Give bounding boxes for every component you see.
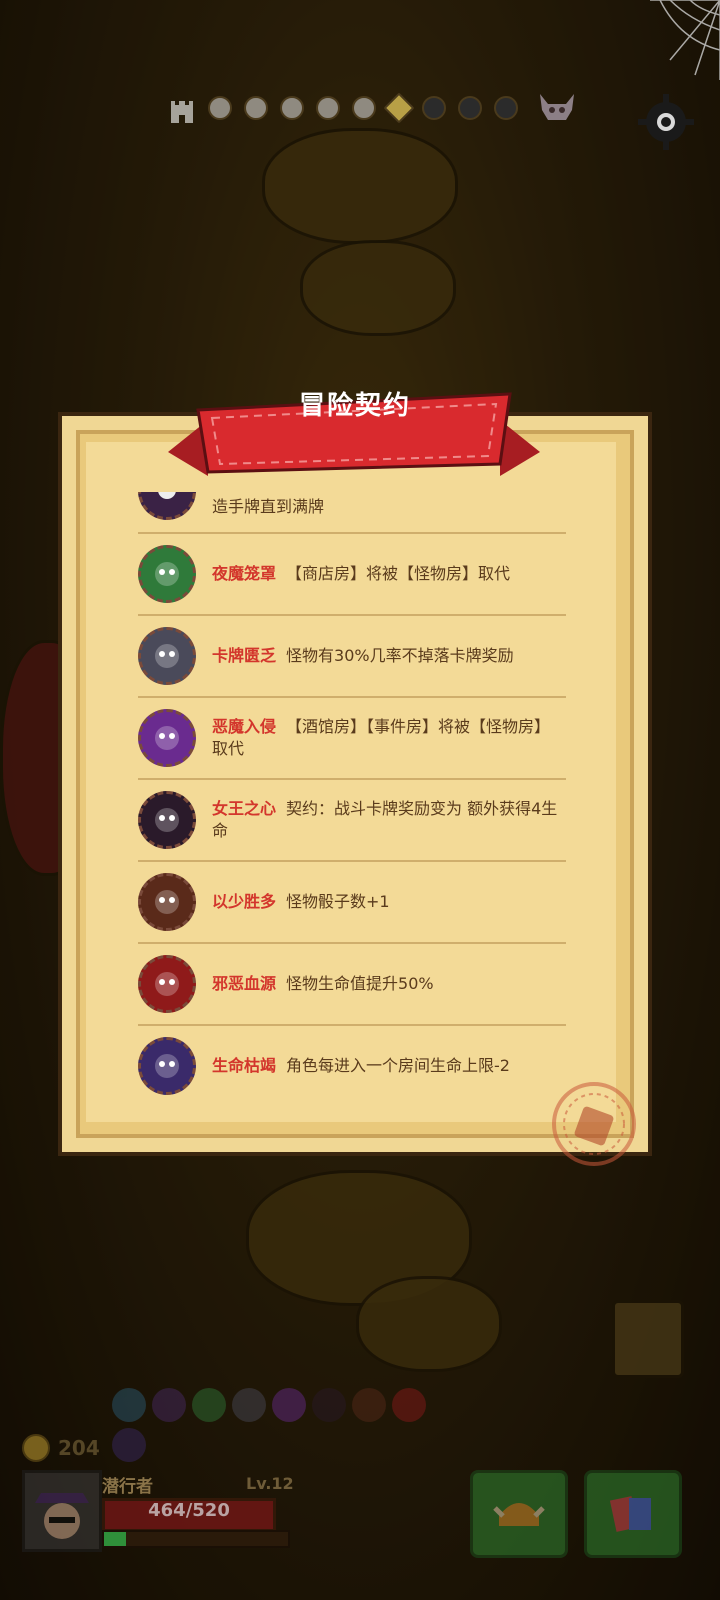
hp-text: 464/520: [148, 1500, 230, 1521]
candle-icon: [138, 1037, 196, 1095]
contract-name: 夜魔笼罩: [212, 564, 277, 583]
blood-chalice-icon: [138, 955, 196, 1013]
contract-name: 生命枯竭: [212, 1056, 277, 1075]
deck-button[interactable]: [584, 1470, 682, 1558]
contract-name: 以少胜多: [212, 892, 277, 911]
stamp-seal-icon: [552, 1082, 636, 1166]
contract-row: 以少胜多 怪物骰子数+1: [138, 862, 566, 944]
helmet-button[interactable]: [470, 1470, 568, 1558]
progress-step: [494, 96, 518, 120]
contract-text: 恶魔入侵 【酒馆房】【事件房】将被【怪物房】取代: [212, 716, 566, 760]
green-demon-icon: [138, 545, 196, 603]
contract-name: 恶魔入侵: [212, 717, 277, 736]
relic-bar: [112, 1388, 452, 1478]
contract-text: 女王之心 契约：战斗卡牌奖励变为 额外获得4生命: [212, 798, 566, 842]
contract-name: 邪恶血源: [212, 974, 277, 993]
progress-step: [208, 96, 232, 120]
contract-row: 生命枯竭 角色每进入一个房间生命上限-2: [138, 1026, 566, 1098]
progress-step: [244, 96, 268, 120]
contract-list[interactable]: 造手牌直到满牌 夜魔笼罩 【商店房】将被【怪物房】取代 卡牌匮乏 怪物有30%几率不掉…: [138, 492, 566, 1098]
contract-desc: 怪物骰子数+1: [286, 892, 390, 911]
viking-helmet-icon: [493, 1503, 545, 1526]
progress-step: [458, 96, 482, 120]
contract-desc: 造手牌直到满牌: [212, 497, 325, 516]
contract-text: 夜魔笼罩 【商店房】将被【怪物房】取代: [212, 563, 510, 585]
contract-text: 以少胜多 怪物骰子数+1: [212, 891, 390, 913]
contract-name: 女王之心: [212, 799, 277, 818]
contract-text: 卡牌匮乏 怪物有30%几率不掉落卡牌奖励: [212, 645, 514, 667]
coin-counter: 204: [22, 1434, 100, 1462]
castle-icon: [171, 101, 193, 123]
dice-icon: [138, 873, 196, 931]
contract-text: 邪恶血源 怪物生命值提升50%: [212, 973, 434, 995]
contract-text: 生命枯竭 角色每进入一个房间生命上限-2: [212, 1055, 510, 1077]
contract-title: 冒险契约: [298, 391, 411, 421]
empty-card-icon: [138, 627, 196, 685]
xp-fill: [104, 1532, 127, 1546]
boss-demon-icon: [540, 94, 574, 120]
coin-amount: 204: [58, 1436, 100, 1460]
contract-desc: 怪物生命值提升50%: [286, 974, 434, 993]
skull-contract-icon: [138, 492, 196, 520]
coin-icon: [22, 1434, 50, 1462]
card-deck-icon: [609, 1496, 651, 1532]
progress-step: [422, 96, 446, 120]
progress-step: [352, 96, 376, 120]
contract-name: 卡牌匮乏: [212, 646, 277, 665]
player-name: 潜行者: [102, 1477, 153, 1497]
settings-gear-icon[interactable]: [636, 92, 696, 152]
contract-row: 女王之心 契约：战斗卡牌奖励变为 额外获得4生命: [138, 780, 566, 862]
contract-desc: 怪物有30%几率不掉落卡牌奖励: [286, 646, 514, 665]
contract-row-partial: 造手牌直到满牌: [138, 492, 566, 534]
contract-row: 邪恶血源 怪物生命值提升50%: [138, 944, 566, 1026]
contract-desc: 角色每进入一个房间生命上限-2: [286, 1056, 510, 1075]
player-avatar[interactable]: [22, 1470, 102, 1552]
progress-step: [280, 96, 304, 120]
purple-demon-icon: [138, 709, 196, 767]
xp-bar: [102, 1530, 290, 1548]
contract-desc: 【商店房】将被【怪物房】取代: [286, 564, 511, 583]
map-progress: [168, 92, 578, 124]
contract-row: 卡牌匮乏 怪物有30%几率不掉落卡牌奖励: [138, 616, 566, 698]
contract-row: 夜魔笼罩 【商店房】将被【怪物房】取代: [138, 534, 566, 616]
contract-row: 恶魔入侵 【酒馆房】【事件房】将被【怪物房】取代: [138, 698, 566, 780]
progress-step: [316, 96, 340, 120]
player-level: Lv.12: [246, 1474, 294, 1493]
spider-web-icon: [650, 0, 720, 80]
queen-heart-icon: [138, 791, 196, 849]
progress-current-step: [383, 92, 415, 124]
